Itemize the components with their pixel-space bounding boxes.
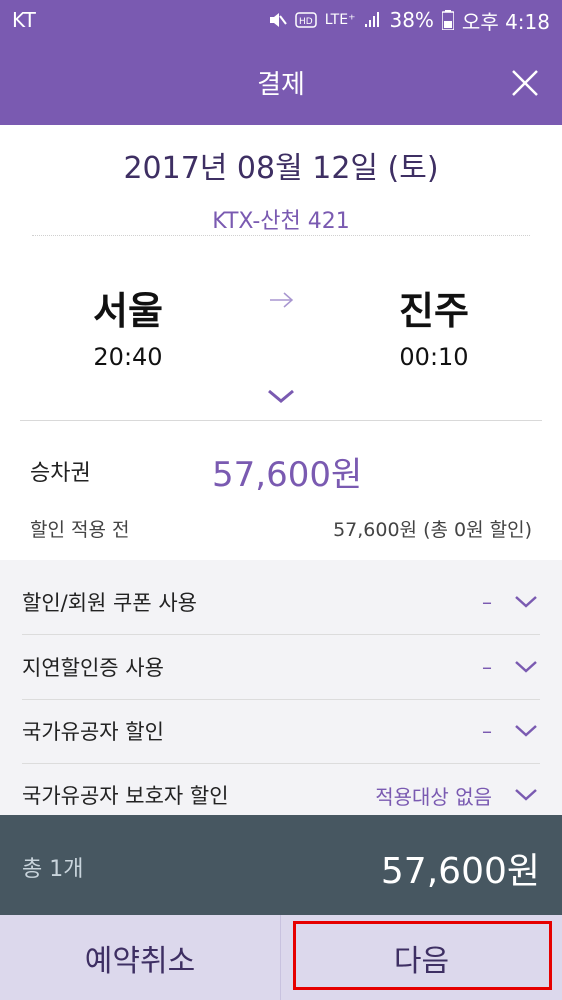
arrival-time: 00:10: [399, 343, 469, 371]
discount-label: 지연할인증 사용: [22, 656, 164, 680]
departure-station: 서울: [93, 289, 163, 333]
total-price: 57,600원: [380, 851, 540, 892]
chevron-down-icon: [515, 725, 537, 737]
discount-row-veteran[interactable]: 국가유공자 할인 –: [22, 699, 540, 764]
bottom-buttons: 예약취소 다음: [0, 915, 562, 1000]
cancel-reservation-button[interactable]: 예약취소: [0, 915, 281, 1000]
chevron-down-icon: [515, 789, 537, 801]
status-icons: HD LTE⁺ 38% 오후 4:18: [267, 6, 550, 35]
hd-icon: HD: [295, 12, 317, 28]
discount-row-coupon[interactable]: 할인/회원 쿠폰 사용 –: [22, 570, 540, 635]
close-icon[interactable]: [508, 66, 542, 100]
carrier-label: KT: [12, 8, 36, 32]
discount-value: –: [482, 719, 492, 743]
discount-row-delay[interactable]: 지연할인증 사용 –: [22, 635, 540, 700]
train-name: KTX-산천 421: [212, 209, 350, 234]
section-divider: [20, 420, 542, 421]
page-title: 결제: [257, 70, 305, 100]
chevron-down-icon: [515, 596, 537, 608]
discount-section: 할인/회원 쿠폰 사용 – 지연할인증 사용 – 국가유공자 할인 – 국가유공…: [0, 560, 562, 815]
discount-label: 국가유공자 보호자 할인: [22, 784, 229, 808]
total-count: 총 1개: [22, 857, 84, 882]
ticket-price: 57,600원: [212, 455, 363, 495]
dotted-divider: [32, 235, 530, 236]
arrival-station: 진주: [399, 289, 469, 333]
app-header: 결제: [0, 40, 562, 125]
total-bar: 총 1개 57,600원: [0, 815, 562, 915]
arrow-right-icon: [270, 292, 294, 308]
lte-icon: LTE⁺: [324, 12, 356, 28]
discount-value: –: [482, 590, 492, 614]
svg-text:HD: HD: [299, 17, 313, 27]
discount-value: –: [482, 655, 492, 679]
departure-time: 20:40: [93, 343, 163, 371]
status-bar: KT HD LTE⁺ 38% 오후 4:18: [0, 0, 562, 40]
travel-date: 2017년 08월 12일 (토): [123, 151, 439, 186]
chevron-down-icon: [515, 661, 537, 673]
mute-icon: [269, 13, 287, 27]
highlight-box: [293, 921, 552, 990]
discount-value: 적용대상 없음: [375, 784, 492, 809]
pre-discount-value: 57,600원 (총 0원 할인): [333, 519, 532, 541]
discount-label: 할인/회원 쿠폰 사용: [22, 591, 197, 615]
ticket-label: 승차권: [30, 461, 91, 486]
signal-icon: [365, 12, 380, 27]
pre-discount-label: 할인 적용 전: [30, 519, 130, 541]
chevron-down-icon[interactable]: [266, 388, 296, 404]
battery-icon: [441, 10, 454, 30]
trip-card: 2017년 08월 12일 (토) KTX-산천 421 서울 20:40 진주…: [0, 125, 562, 560]
discount-label: 국가유공자 할인: [22, 720, 164, 744]
clock: 오후 4:18: [461, 9, 550, 34]
next-button[interactable]: 다음: [281, 915, 562, 1000]
battery-percent: 38%: [389, 8, 434, 32]
